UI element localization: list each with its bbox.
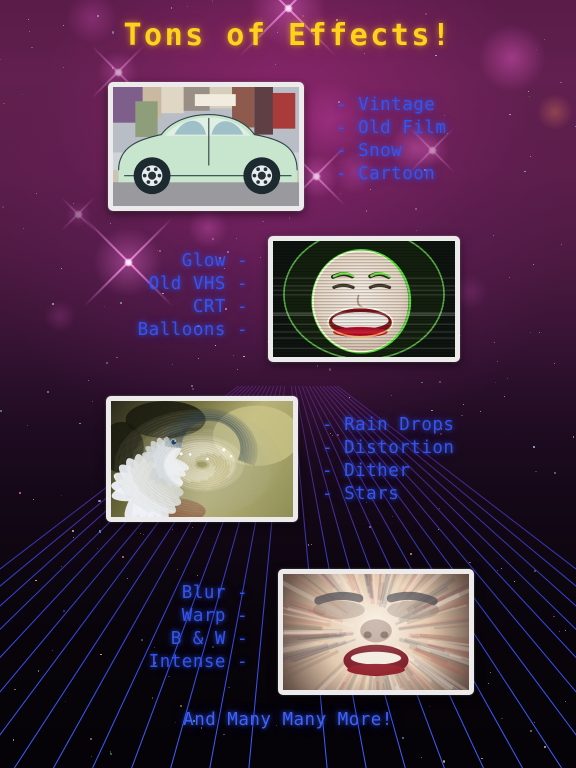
effect-list-2: Glow - Old VHS - CRT - Balloons - (0, 250, 248, 342)
effect-item: CRT - (192, 297, 248, 317)
effect-item: - Distortion (322, 438, 455, 458)
effect-item: Warp - (181, 606, 248, 626)
effect-item: Old VHS - (148, 274, 248, 294)
effect-item: - Cartoon (336, 164, 436, 184)
photo-distortion-flower-image (111, 401, 293, 517)
photo-distortion-flower (106, 396, 298, 522)
effect-item: Glow - (181, 251, 248, 271)
photo-blur-face-image (283, 574, 469, 690)
effect-list-3: - Rain Drops - Distortion - Dither - Stars (322, 414, 454, 506)
effect-item: - Snow (336, 141, 403, 161)
effect-item: Intense - (148, 652, 248, 672)
effect-item: - Vintage (336, 95, 436, 115)
photo-cartoon-car-image (113, 87, 299, 206)
effect-item: Balloons - (137, 320, 248, 340)
effect-item: B & W - (170, 629, 248, 649)
page-title: Tons of Effects! (123, 18, 453, 53)
effect-list-4: Blur - Warp - B & W - Intense - (0, 582, 248, 674)
footer-text: And Many Many More! (183, 710, 393, 730)
photo-vhs-portrait (268, 236, 460, 362)
photo-cartoon-car (108, 82, 304, 211)
effect-item: - Rain Drops (322, 415, 455, 435)
effect-item: - Stars (322, 484, 400, 504)
effect-item: - Old Film (336, 118, 447, 138)
effect-list-1: - Vintage - Old Film - Snow - Cartoon (336, 94, 446, 186)
effect-item: - Dither (322, 461, 411, 481)
promo-screen: Tons of Effects! - Vintage - Old Film - Sn… (0, 0, 576, 768)
photo-vhs-portrait-image (273, 241, 455, 357)
effect-item: Blur - (181, 583, 248, 603)
photo-blur-face (278, 569, 474, 695)
